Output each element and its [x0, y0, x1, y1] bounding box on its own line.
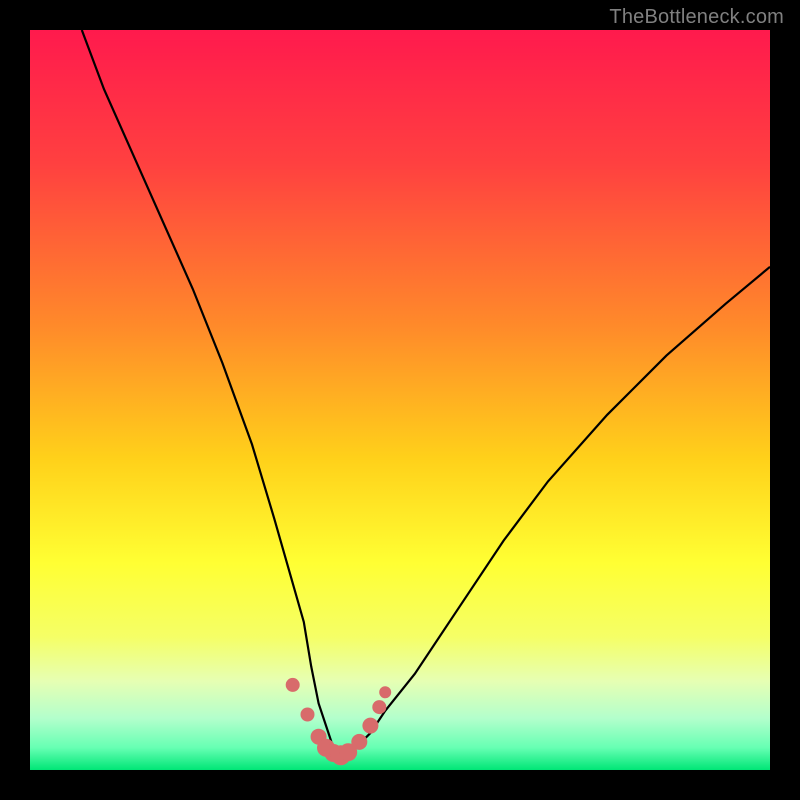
plot-area	[30, 30, 770, 770]
bottleneck-curve	[82, 30, 770, 755]
valley-marker	[286, 678, 300, 692]
valley-markers	[286, 678, 392, 765]
valley-marker	[362, 718, 378, 734]
valley-marker	[379, 686, 391, 698]
curve-layer	[30, 30, 770, 770]
valley-marker	[372, 700, 386, 714]
valley-marker	[301, 708, 315, 722]
chart-frame: TheBottleneck.com	[0, 0, 800, 800]
watermark-text: TheBottleneck.com	[609, 6, 784, 29]
valley-marker	[351, 734, 367, 750]
